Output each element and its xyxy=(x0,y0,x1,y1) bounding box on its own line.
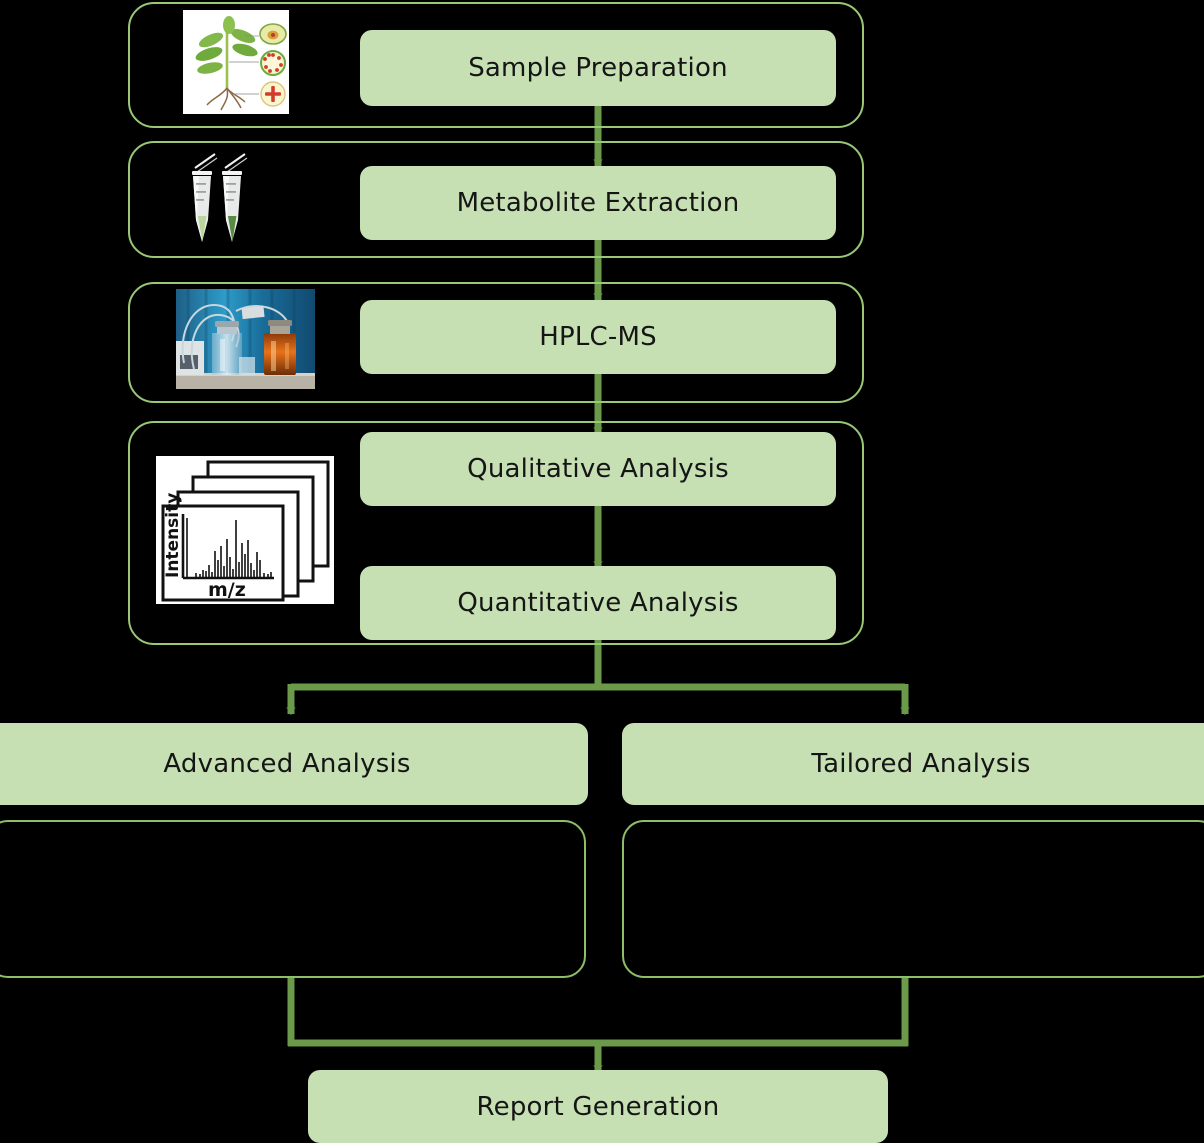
plant-anatomy-illustration xyxy=(183,10,289,114)
final-box-report-generation[interactable]: Report Generation xyxy=(308,1070,888,1143)
workflow-diagram: Sample Preparation Metabolite Extraction… xyxy=(0,0,1204,1143)
mass-spectra-stack-illustration: Intensity m/z xyxy=(156,456,334,604)
tailored-results-panel[interactable] xyxy=(622,820,1204,978)
branch-box-tailored-analysis[interactable]: Tailored Analysis xyxy=(622,723,1204,805)
stage-box-metabolite-extraction[interactable]: Metabolite Extraction xyxy=(360,166,836,240)
branch-box-advanced-analysis[interactable]: Advanced Analysis xyxy=(0,723,588,805)
lab-solvent-bottles-photo xyxy=(176,289,315,389)
microcentrifuge-tubes-illustration xyxy=(175,150,275,250)
advanced-results-panel[interactable] xyxy=(0,820,586,978)
stage-box-quantitative-analysis[interactable]: Quantitative Analysis xyxy=(360,566,836,640)
stage-box-qualitative-analysis[interactable]: Qualitative Analysis xyxy=(360,432,836,506)
svg-text:m/z: m/z xyxy=(208,579,246,601)
stage-box-sample-preparation[interactable]: Sample Preparation xyxy=(360,30,836,106)
svg-text:Intensity: Intensity xyxy=(163,493,183,578)
stage-box-hplc-ms[interactable]: HPLC-MS xyxy=(360,300,836,374)
